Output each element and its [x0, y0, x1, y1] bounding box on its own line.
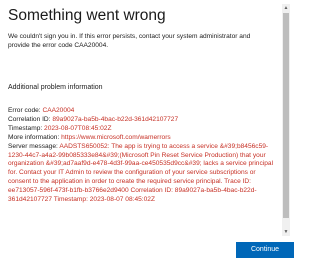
intro-message: We couldn't sign you in. If this error p…	[8, 33, 251, 49]
dialog-title: Something went wrong	[8, 7, 166, 24]
server-message-row: Server message: AADSTS650052: The app is…	[8, 143, 276, 205]
scroll-down-arrow-icon[interactable]: ▼	[282, 228, 290, 236]
error-code-label: Error code:	[8, 107, 43, 114]
error-code-value: CAA20004	[42, 107, 75, 114]
more-info-link[interactable]: https://www.microsoft.com/wamerrors	[61, 134, 171, 141]
dialog-content: Something went wrong We couldn't sign yo…	[8, 6, 278, 238]
scroll-thumb[interactable]	[283, 13, 289, 218]
server-message-value: AADSTS650052: The app is trying to acces…	[8, 142, 274, 204]
continue-button[interactable]: Continue	[236, 242, 294, 258]
additional-info-heading: Additional problem information	[8, 84, 103, 91]
correlation-id-row: Correlation ID: 89a9027a-ba5b-4bac-b22d-…	[8, 116, 276, 125]
vertical-scrollbar[interactable]: ▲ ▼	[282, 4, 290, 236]
correlation-id-value: 89a9027a-ba5b-4bac-b22d-361d42107727	[52, 115, 179, 123]
dialog-footer: Continue	[0, 238, 299, 269]
more-info-label: More information:	[8, 133, 62, 141]
timestamp-value: 2023-08-07T08:45:02Z	[44, 124, 112, 132]
error-dialog: Something went wrong We couldn't sign yo…	[0, 0, 299, 269]
error-code-row: Error code: CAA20004	[8, 107, 276, 116]
timestamp-label: Timestamp:	[8, 124, 45, 132]
error-details: Error code: CAA20004 Correlation ID: 89a…	[8, 107, 276, 205]
more-info-row: More information: https://www.microsoft.…	[8, 134, 276, 143]
correlation-id-label: Correlation ID:	[8, 115, 53, 123]
scroll-up-arrow-icon[interactable]: ▲	[282, 4, 290, 12]
server-message-label: Server message:	[8, 142, 60, 150]
timestamp-row: Timestamp: 2023-08-07T08:45:02Z	[8, 125, 276, 134]
